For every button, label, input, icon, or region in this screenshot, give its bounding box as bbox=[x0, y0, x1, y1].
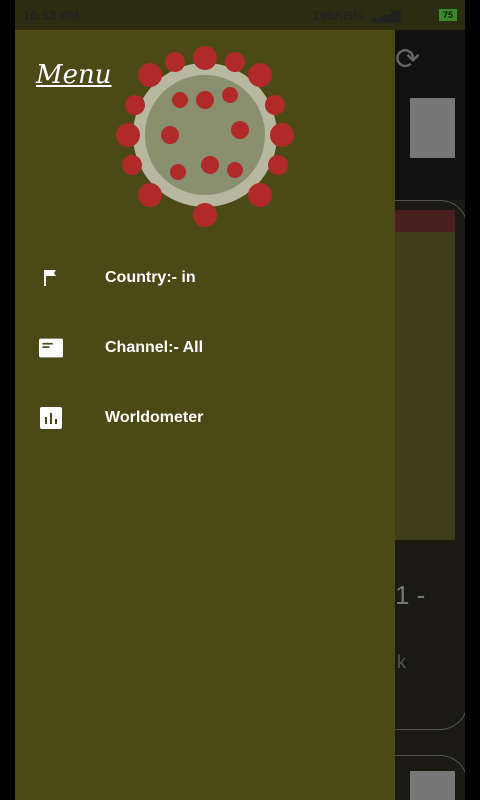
article-icon bbox=[39, 336, 63, 360]
screen: 10:53 PM 196KB/s ▂▄▆ 75 ⟳ 1 - k Menu Cou… bbox=[15, 0, 465, 800]
status-bar: 10:53 PM 196KB/s ▂▄▆ 75 bbox=[15, 0, 465, 30]
news-title: 1 - bbox=[395, 580, 426, 610]
drawer-item-label: Channel:- All bbox=[105, 339, 204, 356]
battery-icon: 75 bbox=[438, 9, 457, 21]
signal-icon: ▂▄▆ bbox=[371, 7, 401, 22]
news-card[interactable] bbox=[395, 755, 465, 800]
drawer-item-label: Worldometer bbox=[105, 409, 204, 426]
navigation-drawer: Menu Country:- in Channel:- All Worldome… bbox=[15, 30, 395, 800]
drawer-item-country[interactable]: Country:- in bbox=[15, 253, 395, 303]
drawer-item-channel[interactable]: Channel:- All bbox=[15, 323, 395, 373]
refresh-icon[interactable]: ⟳ bbox=[395, 42, 420, 77]
coronavirus-image bbox=[116, 46, 294, 227]
drawer-title: Menu bbox=[36, 60, 112, 90]
drawer-item-label: Country:- in bbox=[105, 269, 196, 286]
news-image bbox=[395, 210, 455, 540]
bar-chart-icon bbox=[39, 406, 63, 430]
flag-icon bbox=[39, 266, 63, 290]
network-speed: 196KB/s bbox=[312, 7, 364, 23]
news-source: k bbox=[397, 652, 406, 672]
drawer-item-worldometer[interactable]: Worldometer bbox=[15, 393, 395, 443]
status-time: 10:53 PM bbox=[23, 7, 80, 23]
thumbnail bbox=[410, 98, 455, 158]
